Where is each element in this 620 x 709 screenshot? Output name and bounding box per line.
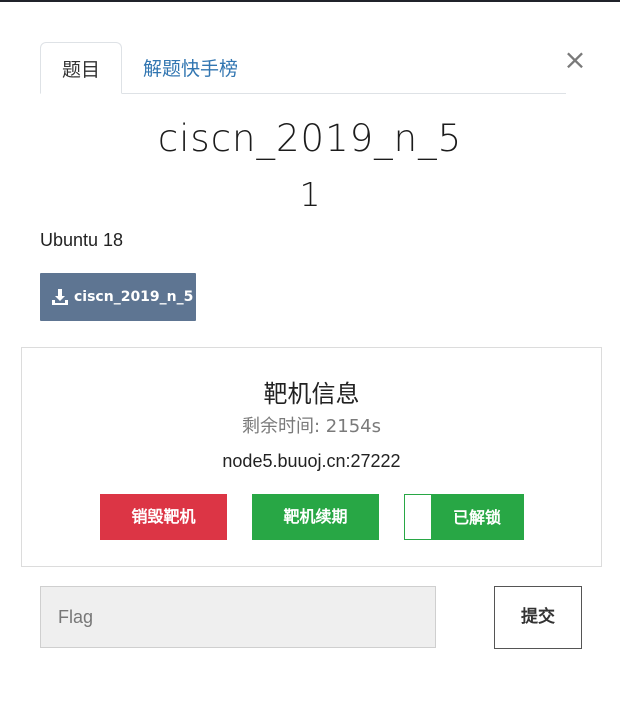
submit-flag-button[interactable]: 提交 [494,586,582,649]
file-name: ciscn_2019_n_5 [74,289,194,305]
tab-solves[interactable]: 解题快手榜 [143,42,238,92]
toggle-knob [405,495,431,539]
flag-input[interactable] [40,586,436,648]
download-file-button[interactable]: ciscn_2019_n_5 [40,273,196,321]
tab-challenge[interactable]: 题目 [40,42,122,94]
challenge-description: Ubuntu 18 [40,230,124,250]
target-address: node5.buuoj.cn:27222 [222,451,401,471]
renew-target-button[interactable]: 靶机续期 [252,494,379,540]
remaining-time: 剩余时间: 2154s [242,416,381,437]
challenge-name: ciscn_2019_n_5 [157,117,463,160]
unlocked-toggle[interactable]: 已解锁 [404,494,524,540]
challenge-modal: × 题目 解题快手榜 ciscn_2019_n_5 1 Ubuntu 18 ci… [0,2,620,709]
challenge-points: 1 [299,175,321,214]
target-info-title: 靶机信息 [263,380,360,408]
target-info-panel: 靶机信息 剩余时间: 2154s node5.buuoj.cn:27222 销毁… [21,347,602,567]
tab-bar: 题目 解题快手榜 [40,42,566,94]
destroy-target-button[interactable]: 销毁靶机 [100,494,227,540]
unlocked-label: 已解锁 [452,508,501,527]
close-button[interactable]: × [563,46,587,74]
download-icon [52,289,68,305]
